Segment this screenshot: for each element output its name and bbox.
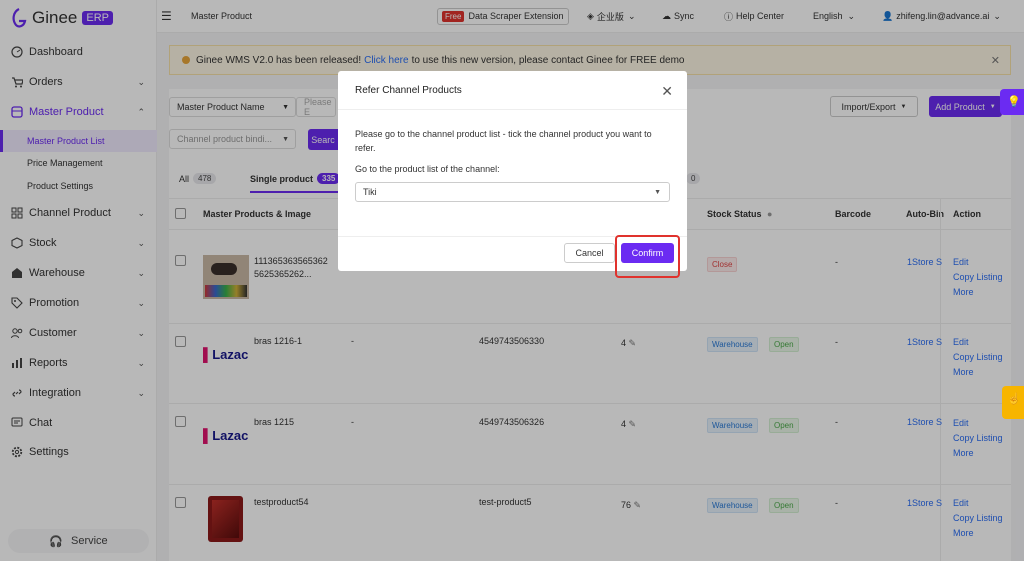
pointer-icon: ☝ bbox=[1007, 393, 1021, 405]
dialog-message: Please go to the channel product list - … bbox=[355, 129, 652, 153]
confirm-highlight-box bbox=[615, 235, 680, 278]
lightbulb-icon: 💡 bbox=[1007, 96, 1021, 108]
channel-select-value: Tiki bbox=[363, 187, 377, 197]
caret-down-icon: ▼ bbox=[654, 188, 661, 196]
lightbulb-tip-tab[interactable]: 💡 bbox=[1000, 89, 1024, 115]
floating-helper-tab[interactable]: ☝ bbox=[1002, 386, 1024, 419]
cancel-button[interactable]: Cancel bbox=[564, 243, 615, 263]
dialog-divider bbox=[338, 109, 687, 110]
channel-select[interactable]: Tiki ▼ bbox=[355, 182, 670, 202]
close-icon[interactable]: ✕ bbox=[661, 83, 673, 100]
channel-select-label: Go to the product list of the channel: bbox=[355, 164, 500, 174]
dialog-title: Refer Channel Products bbox=[355, 85, 462, 96]
